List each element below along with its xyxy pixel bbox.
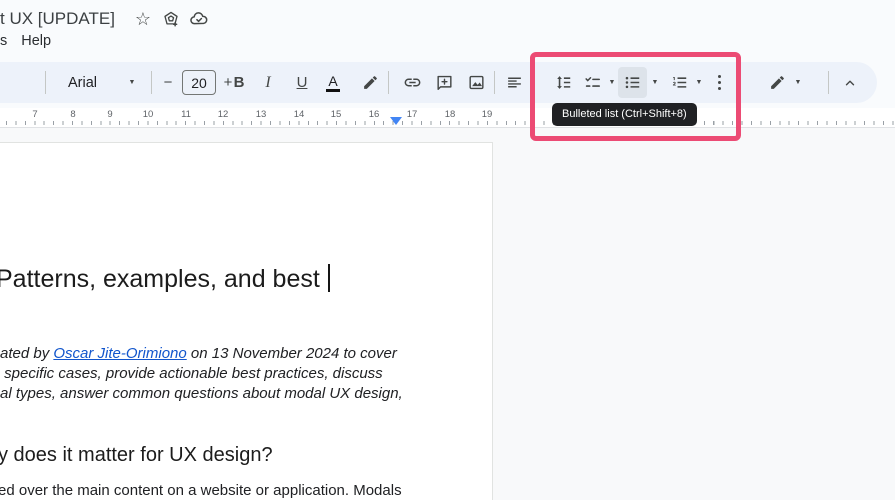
ruler-mark: 17 bbox=[406, 109, 418, 120]
ruler-mark: 14 bbox=[293, 109, 305, 120]
font-size-input[interactable]: 20 bbox=[182, 70, 216, 95]
numbered-list-icon[interactable] bbox=[666, 62, 692, 103]
bulleted-list-tooltip: Bulleted list (Ctrl+Shift+8) bbox=[552, 103, 697, 126]
doc-paragraph[interactable]: ated by Oscar Jite-Orimiono on 13 Novemb… bbox=[0, 344, 403, 404]
highlight-color-icon[interactable] bbox=[358, 62, 382, 103]
underline-button[interactable]: U bbox=[290, 62, 314, 103]
ruler-mark: 9 bbox=[107, 109, 113, 120]
ruler-mark: 11 bbox=[181, 109, 191, 120]
italic-button[interactable]: I bbox=[256, 62, 280, 103]
author-link[interactable]: Oscar Jite-Orimiono bbox=[53, 345, 186, 362]
checklist-caret-icon[interactable]: ▼ bbox=[605, 62, 619, 103]
ruler-mark: 10 bbox=[142, 109, 154, 120]
separator bbox=[828, 71, 829, 94]
checklist-icon[interactable] bbox=[579, 62, 605, 103]
text-color-button[interactable]: A bbox=[321, 62, 345, 103]
line-spacing-icon[interactable] bbox=[550, 62, 576, 103]
google-docs-window: { "window": { "title_partial": "t UX [UP… bbox=[0, 0, 895, 500]
ruler-ticks bbox=[0, 121, 895, 125]
align-left-icon[interactable] bbox=[502, 62, 526, 103]
bulleted-list-caret-icon[interactable]: ▼ bbox=[648, 62, 662, 103]
doc-heading-1[interactable]: Patterns, examples, and best bbox=[0, 264, 330, 294]
ruler-mark: 13 bbox=[255, 109, 267, 120]
doc-line[interactable]: ated by Oscar Jite-Orimiono on 13 Novemb… bbox=[0, 344, 403, 364]
insert-link-icon[interactable] bbox=[399, 62, 425, 103]
ruler-mark: 19 bbox=[481, 109, 493, 120]
ruler-mark: 18 bbox=[444, 109, 456, 120]
label-plus-icon[interactable] bbox=[160, 8, 182, 30]
separator bbox=[151, 71, 152, 94]
star-icon[interactable]: ☆ bbox=[132, 8, 154, 30]
ruler-mark: 15 bbox=[330, 109, 342, 120]
document-title[interactable]: t UX [UPDATE] bbox=[0, 9, 115, 29]
font-family-caret-icon[interactable]: ▼ bbox=[125, 62, 139, 103]
text-cursor bbox=[327, 264, 330, 292]
insert-image-icon[interactable] bbox=[463, 62, 489, 103]
ruler-mark: 16 bbox=[368, 109, 380, 120]
ruler[interactable]: 7 8 9 10 11 12 13 14 15 16 17 18 19 bbox=[0, 108, 895, 127]
indent-marker-icon[interactable] bbox=[390, 117, 402, 125]
titlebar: t UX [UPDATE] bbox=[0, 6, 115, 32]
doc-heading-2[interactable]: y does it matter for UX design? bbox=[0, 444, 273, 467]
font-family-select[interactable]: Arial bbox=[55, 62, 110, 103]
menu-item-partial[interactable]: s bbox=[0, 33, 7, 51]
bulleted-list-button[interactable] bbox=[618, 67, 647, 98]
more-options-icon[interactable] bbox=[710, 62, 728, 103]
ruler-mark: 7 bbox=[32, 109, 38, 120]
collapse-menus-icon[interactable] bbox=[838, 62, 862, 103]
menu-item-help[interactable]: Help bbox=[21, 33, 51, 51]
document-canvas: Patterns, examples, and best ated by Osc… bbox=[0, 128, 895, 500]
ruler-mark: 12 bbox=[217, 109, 229, 120]
menu-bar: s Help bbox=[0, 33, 51, 51]
decrease-font-size-button[interactable]: − bbox=[156, 62, 180, 103]
separator bbox=[494, 71, 495, 94]
separator bbox=[388, 71, 389, 94]
document-status-cloud-icon[interactable] bbox=[188, 8, 210, 30]
doc-line[interactable]: al types, answer common questions about … bbox=[0, 384, 403, 404]
ruler-mark: 8 bbox=[70, 109, 76, 120]
doc-body-line[interactable]: ed over the main content on a website or… bbox=[0, 482, 402, 499]
add-comment-icon[interactable] bbox=[431, 62, 457, 103]
separator bbox=[45, 71, 46, 94]
editing-mode-caret-icon[interactable]: ▼ bbox=[791, 62, 805, 103]
toolbar: Arial ▼ − 20 + B I U A ▼ ▼ ▼ ▼ ▼ bbox=[0, 62, 877, 103]
editing-mode-pen-icon[interactable] bbox=[765, 62, 789, 103]
doc-line[interactable]: specific cases, provide actionable best … bbox=[0, 364, 403, 384]
numbered-list-caret-icon[interactable]: ▼ bbox=[692, 62, 706, 103]
align-caret-icon[interactable]: ▼ bbox=[526, 62, 540, 103]
bold-button[interactable]: B bbox=[227, 62, 251, 103]
